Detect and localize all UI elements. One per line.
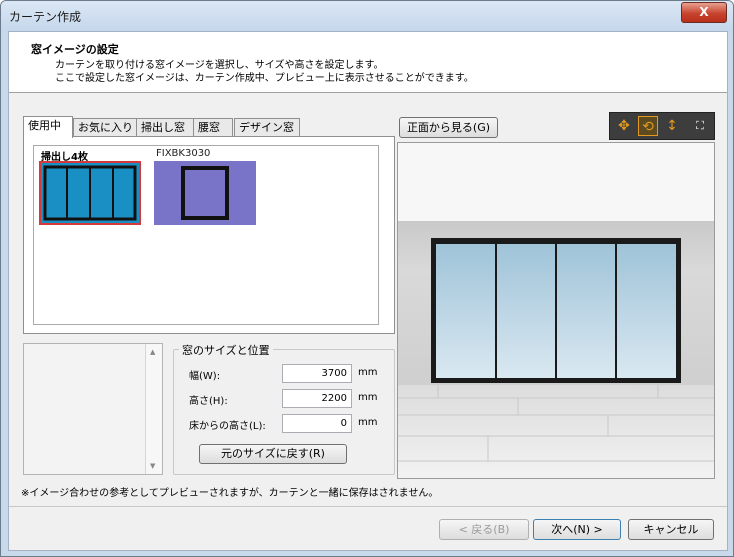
window-fixed-icon: [181, 166, 229, 220]
floor-height-label: 床からの高さ(L):: [189, 421, 266, 432]
move-icon[interactable]: ✥: [614, 116, 634, 136]
scroll-down-icon[interactable]: ▼: [150, 462, 155, 470]
tab-sweep-windows[interactable]: 掃出し窓: [136, 118, 196, 137]
close-icon: X: [699, 5, 709, 19]
floor-height-unit: mm: [358, 417, 378, 428]
tab-panel: 掃出し4枚 FIXBK3030: [23, 136, 395, 334]
info-list-box[interactable]: ▲ ▼: [23, 343, 163, 475]
cancel-button[interactable]: キャンセル: [628, 519, 714, 540]
separator: [9, 506, 727, 507]
tab-label: 掃出し窓: [141, 121, 185, 134]
tab-label: 使用中: [28, 119, 61, 132]
footnote: ※イメージ合わせの参考としてプレビューされますが、カーテンと一緒に保存はされませ…: [21, 488, 439, 499]
rotate-icon[interactable]: ⟲: [638, 116, 658, 136]
tab-label: デザイン窓: [239, 121, 294, 134]
floor-height-field[interactable]: 0: [282, 414, 352, 433]
vertical-scrollbar[interactable]: ▲ ▼: [145, 344, 162, 474]
tab-favorites[interactable]: お気に入り: [73, 118, 139, 137]
height-unit: mm: [358, 392, 378, 403]
description-line-2: ここで設定した窓イメージは、カーテン作成中、プレビュー上に表示させることができま…: [55, 73, 474, 84]
scroll-up-icon[interactable]: ▲: [150, 348, 155, 356]
dialog-body: 窓イメージの設定 カーテンを取り付ける窓イメージを選択し、サイズや高さを設定しま…: [8, 31, 728, 551]
title-bar: カーテン作成 X: [1, 1, 733, 31]
thumbnail-sweep-4[interactable]: [39, 161, 141, 225]
preview-toolbar: ✥ ⟲ ↕ ⛶: [609, 112, 715, 140]
width-field[interactable]: 3700: [282, 364, 352, 383]
tab-in-use[interactable]: 使用中: [23, 116, 73, 138]
close-button[interactable]: X: [681, 2, 727, 23]
back-button[interactable]: < 戻る(B): [439, 519, 529, 540]
width-label: 幅(W):: [189, 371, 221, 382]
reset-size-button[interactable]: 元のサイズに戻す(R): [199, 444, 347, 464]
next-button[interactable]: 次へ(N) >: [533, 519, 621, 540]
width-unit: mm: [358, 367, 378, 378]
height-field[interactable]: 2200: [282, 389, 352, 408]
height-label: 高さ(H):: [189, 396, 228, 407]
tab-waist-windows[interactable]: 腰窓: [193, 118, 233, 137]
window-4pane-icon: [43, 165, 137, 221]
preview-render: [398, 143, 714, 478]
page-title: 窓イメージの設定: [31, 43, 119, 56]
dialog-window: カーテン作成 X 窓イメージの設定 カーテンを取り付ける窓イメージを選択し、サイ…: [0, 0, 734, 557]
wizard-header: 窓イメージの設定 カーテンを取り付ける窓イメージを選択し、サイズや高さを設定しま…: [9, 32, 727, 93]
tab-label: お気に入り: [78, 121, 133, 134]
tab-design-windows[interactable]: デザイン窓: [234, 118, 300, 137]
updown-icon[interactable]: ↕: [662, 116, 682, 136]
window-thumbnail-list: 掃出し4枚 FIXBK3030: [33, 145, 379, 325]
window-title: カーテン作成: [9, 10, 82, 24]
preview-pane[interactable]: [397, 142, 715, 479]
tab-label: 腰窓: [198, 121, 220, 134]
thumbnail-fixbk3030[interactable]: [154, 161, 256, 225]
fit-icon[interactable]: ⛶: [690, 116, 710, 136]
thumbnail-label: FIXBK3030: [156, 148, 211, 159]
size-group-title: 窓のサイズと位置: [179, 342, 273, 358]
front-view-button[interactable]: 正面から見る(G): [399, 117, 498, 138]
